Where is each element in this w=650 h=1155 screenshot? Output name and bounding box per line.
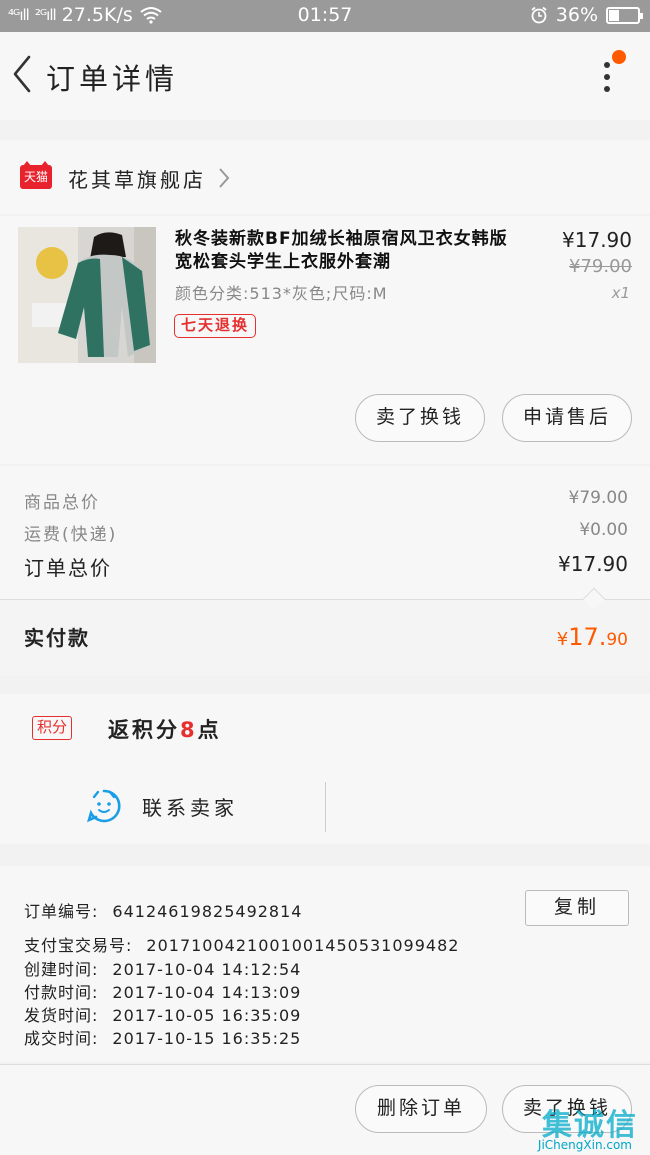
order-total-value: ¥17.90 [558,552,628,576]
created-time-row: 创建时间: 2017-10-04 14:12:54 [24,956,301,980]
shipped-time-value: 2017-10-05 16:35:09 [112,1006,302,1025]
page-title: 订单详情 [46,62,179,96]
alipay-trade-label: 支付宝交易号: [24,936,133,955]
battery-icon [606,6,643,24]
shipping-label: 运费(快递) [24,525,118,545]
copy-button[interactable]: 复制 [525,890,629,926]
more-dot [604,74,610,80]
after-sales-button[interactable]: 申请售后 [502,394,632,442]
points-suffix: 点 [197,718,222,742]
product-image[interactable] [18,227,156,363]
paid-time-value: 2017-10-04 14:13:09 [112,983,302,1002]
completed-time-label: 成交时间: [24,1029,99,1048]
alipay-trade-value: 2017100421001001450531099482 [146,936,460,955]
chevron-right-icon [219,168,230,188]
product-card: 秋冬装新款BF加绒长袖原宿风卫衣女韩版宽松套头学生上衣服外套潮 颜色分类:513… [0,216,650,464]
shipping-value: ¥0.00 [579,520,628,540]
price-summary: 商品总价 ¥79.00 运费(快递) ¥0.00 订单总价 ¥17.90 实付款… [0,466,650,676]
nav-bar: 订单详情 [0,32,650,120]
goods-total-label: 商品总价 [24,493,100,513]
paid-dec: 90 [606,630,628,650]
delete-order-button[interactable]: 删除订单 [355,1085,487,1133]
contact-seller-button[interactable]: 联系卖家 [142,792,238,821]
points-amount: 8 [180,718,198,742]
store-name: 花其草旗舰店 [68,168,206,192]
vertical-divider [325,782,326,832]
paid-time-row: 付款时间: 2017-10-04 14:13:09 [24,979,301,1003]
chat-face-icon[interactable] [86,788,122,824]
watermark-logo: 集诚信 JiChengXin.com [496,1100,646,1155]
status-bar: ⁴ᴳıll ²ᴳıll 27.5K/s 01:57 36% [0,0,650,32]
created-time-label: 创建时间: [24,960,99,979]
order-number-value: 64124619825492814 [112,902,303,921]
completed-time-row: 成交时间: 2017-10-15 16:35:25 [24,1025,301,1049]
divider [0,599,650,600]
points-badge: 积分 [32,716,73,740]
battery-level [609,9,620,21]
notification-dot [612,50,626,64]
points-contact-section: 积分 返积分8点 联系卖家 [0,694,650,844]
product-title[interactable]: 秋冬装新款BF加绒长袖原宿风卫衣女韩版宽松套头学生上衣服外套潮 [175,228,525,274]
alarm-icon [531,6,547,24]
points-prefix: 返积分 [108,718,180,742]
order-number-label: 订单编号: [24,902,99,921]
order-info: 订单编号: 64124619825492814 复制 支付宝交易号: 2017100… [0,866,650,1062]
created-time-value: 2017-10-04 14:12:54 [112,960,302,979]
shipped-time-label: 发货时间: [24,1006,99,1025]
completed-time-value: 2017-10-15 16:35:25 [112,1029,302,1048]
product-quantity: x1 [611,284,630,302]
battery-percent: 36% [555,4,598,26]
chevron-left-icon [13,55,31,93]
store-header[interactable]: 天猫 花其草旗舰店 [0,140,650,214]
goods-total-value: ¥79.00 [568,488,628,508]
product-original-price: ¥79.00 [569,256,632,277]
seven-day-return-badge: 七天退换 [174,314,257,338]
paid-int: 17. [568,623,607,651]
paid-label: 实付款 [24,626,90,650]
more-dots-icon [604,62,610,68]
product-price: ¥17.90 [562,228,632,252]
back-button[interactable] [4,52,40,96]
order-number-row: 订单编号: 64124619825492814 [24,898,302,922]
paid-amount: ¥17.90 [557,623,628,651]
shipped-time-row: 发货时间: 2017-10-05 16:35:09 [24,1002,301,1026]
tmall-logo-icon: 天猫 [20,161,52,189]
more-dot [604,86,610,92]
paid-time-label: 付款时间: [24,983,99,1002]
alipay-trade-row: 支付宝交易号: 2017100421001001450531099482 [24,932,459,956]
more-menu-button[interactable] [590,50,626,102]
points-text: 返积分8点 [108,714,222,744]
paid-currency: ¥ [556,629,569,650]
watermark-sub: JiChengXin.com [537,1138,632,1152]
product-spec: 颜色分类:513*灰色;尺码:M [175,284,388,303]
order-total-label: 订单总价 [24,556,112,580]
sell-exchange-button[interactable]: 卖了换钱 [355,394,485,442]
